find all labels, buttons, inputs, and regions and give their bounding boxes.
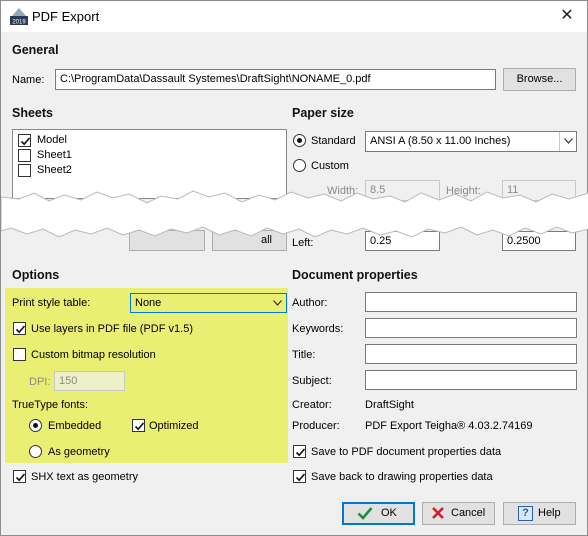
sheet-label: Sheet2 (37, 164, 72, 176)
paper-size-heading: Paper size (292, 106, 354, 120)
help-icon: ? (518, 506, 533, 521)
chevron-down-icon[interactable] (269, 294, 286, 312)
standard-radio[interactable] (293, 134, 306, 147)
as-geometry-radio[interactable] (29, 445, 42, 458)
use-layers-checkbox[interactable] (13, 322, 26, 335)
custom-radio[interactable] (293, 159, 306, 172)
keywords-label: Keywords: (292, 323, 344, 335)
creator-label: Creator: (292, 399, 332, 411)
ok-button[interactable]: OK (342, 502, 415, 525)
model-checkbox[interactable] (18, 134, 31, 147)
browse-button[interactable]: Browse... (503, 68, 576, 91)
cancel-label: Cancel (451, 507, 486, 519)
list-item[interactable]: Sheet1 (18, 149, 138, 163)
producer-value: PDF Export Teigha® 4.03.2.74169 (365, 420, 533, 432)
chevron-down-icon[interactable] (559, 132, 576, 151)
truetype-label: TrueType fonts: (12, 399, 89, 411)
shx-label: SHX text as geometry (31, 471, 138, 483)
save-back-label: Save back to drawing properties data (311, 471, 493, 483)
window-title: PDF Export (32, 9, 100, 24)
print-style-select[interactable]: None (130, 293, 287, 313)
list-item[interactable]: Model (18, 134, 138, 148)
sheets-heading: Sheets (12, 106, 53, 120)
name-field[interactable]: C:\ProgramData\Dassault Systemes\DraftSi… (55, 69, 496, 90)
optimized-label: Optimized (149, 420, 199, 432)
embedded-radio[interactable] (29, 419, 42, 432)
cancel-button[interactable]: Cancel (422, 502, 495, 525)
pdf-export-dialog: 2019 PDF Export ✕ General Name: C:\Progr… (0, 0, 588, 536)
subject-label: Subject: (292, 375, 332, 387)
title-label: Title: (292, 349, 316, 361)
sheet1-checkbox[interactable] (18, 149, 31, 162)
sheet-label: Sheet1 (37, 149, 72, 161)
dpi-field[interactable]: 150 (54, 371, 125, 391)
producer-label: Producer: (292, 420, 340, 432)
shx-checkbox[interactable] (13, 470, 26, 483)
print-style-value: None (135, 297, 162, 309)
sheet2-checkbox[interactable] (18, 164, 31, 177)
options-heading: Options (12, 268, 60, 282)
dpi-label: DPI: (29, 376, 51, 388)
list-item[interactable]: Sheet2 (18, 164, 138, 178)
use-layers-label: Use layers in PDF file (PDF v1.5) (31, 323, 193, 335)
standard-label: Standard (311, 135, 356, 147)
paper-size-select[interactable]: ANSI A (8.50 x 11.00 Inches) (365, 131, 577, 152)
torn-edge-overlay (0, 181, 588, 243)
svg-text:2019: 2019 (12, 20, 26, 26)
help-label: Help (538, 507, 561, 519)
creator-value: DraftSight (365, 399, 414, 411)
general-heading: General (12, 43, 59, 57)
keywords-field[interactable] (365, 318, 577, 338)
subject-field[interactable] (365, 370, 577, 390)
as-geometry-label: As geometry (48, 446, 110, 458)
save-back-checkbox[interactable] (293, 470, 306, 483)
custom-bitmap-label: Custom bitmap resolution (31, 349, 156, 361)
optimized-checkbox[interactable] (132, 419, 145, 432)
checkmark-icon (357, 506, 373, 527)
ok-label: OK (381, 507, 397, 519)
author-field[interactable] (365, 292, 577, 312)
print-style-label: Print style table: (12, 297, 91, 309)
help-button[interactable]: ? Help (503, 502, 576, 525)
x-icon (431, 506, 445, 527)
title-field[interactable] (365, 344, 577, 364)
save-pdf-props-label: Save to PDF document properties data (311, 446, 502, 458)
embedded-label: Embedded (48, 420, 102, 432)
title-bar: 2019 PDF Export ✕ (1, 1, 587, 32)
draftsight-app-icon: 2019 (10, 7, 28, 26)
author-label: Author: (292, 297, 328, 309)
sheet-label: Model (37, 134, 67, 146)
custom-label: Custom (311, 160, 349, 172)
save-pdf-props-checkbox[interactable] (293, 445, 306, 458)
name-label: Name: (12, 74, 45, 86)
doc-props-heading: Document properties (292, 268, 418, 282)
paper-size-value: ANSI A (8.50 x 11.00 Inches) (370, 135, 511, 147)
close-icon[interactable]: ✕ (557, 6, 577, 26)
custom-bitmap-checkbox[interactable] (13, 348, 26, 361)
